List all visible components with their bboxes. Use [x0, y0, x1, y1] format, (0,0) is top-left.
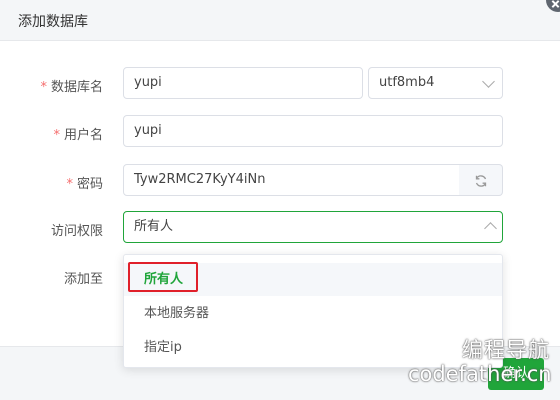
dropdown-option-local[interactable]: 本地服务器	[124, 297, 502, 330]
access-value: 所有人	[134, 219, 174, 234]
db-name-label: * 数据库名	[40, 80, 103, 95]
username-input[interactable]: yupi	[123, 115, 503, 147]
refresh-password-button[interactable]	[459, 164, 503, 196]
charset-value: utf8mb4	[379, 75, 435, 90]
password-input[interactable]: Tyw2RMC27KyY4iNn	[123, 164, 460, 196]
annotation-highlight	[128, 262, 198, 292]
access-select[interactable]: 所有人	[123, 211, 503, 243]
access-label: 访问权限	[50, 224, 103, 239]
username-label: * 用户名	[53, 128, 103, 143]
dialog-title: 添加数据库	[18, 14, 88, 30]
password-label: * 密码	[66, 177, 103, 192]
watermark-url: codefather.cn	[408, 362, 552, 386]
add-to-label: 添加至	[63, 272, 103, 287]
db-name-input[interactable]: yupi	[123, 67, 363, 99]
dropdown-option-ip[interactable]: 指定ip	[124, 331, 502, 364]
refresh-icon	[475, 175, 487, 187]
dialog-header: 添加数据库	[0, 0, 560, 41]
watermark-title: 编程导航	[462, 338, 550, 362]
